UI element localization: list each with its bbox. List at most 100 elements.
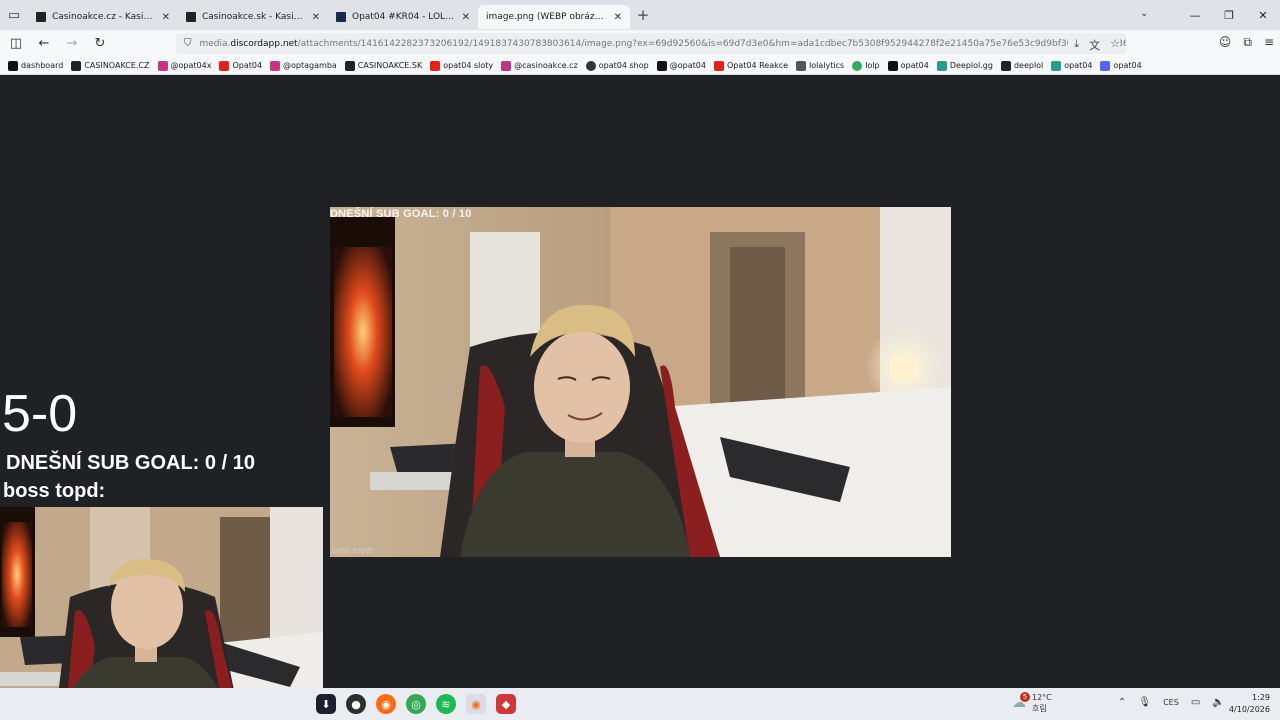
bookmark-opat04-shop[interactable]: opat04 shop [585, 60, 649, 71]
steam-icon[interactable]: ⬇ [316, 694, 336, 714]
instagram-icon [157, 60, 168, 71]
volume-icon[interactable]: 🔈 [1212, 697, 1224, 708]
close-tab-icon[interactable]: ✕ [614, 12, 622, 23]
bookmark-icon [344, 60, 355, 71]
bookmark-opat04-sloty[interactable]: opat04 sloty [430, 60, 493, 71]
tab-casinoakce-cz[interactable]: Casinoakce.cz - Kasino bonusy ✕ [28, 5, 178, 29]
sidebar-icon[interactable]: ◫ [4, 32, 28, 56]
youtube-icon [713, 60, 724, 71]
bookmark-lolp[interactable]: lolp [852, 60, 880, 71]
image-sub-goal-overlay: DNEŠNÍ SUB GOAL: 0 / 10 [330, 208, 472, 220]
youtube-icon [430, 60, 441, 71]
list-all-tabs-icon[interactable]: ⌄ [1140, 8, 1148, 19]
bookmark-tiktok-opat04[interactable]: @opat04 [656, 60, 706, 71]
system-tray: ⌃ 🎙 CES ▭ 🔈 [1118, 697, 1225, 708]
tab-bar: ▭ Casinoakce.cz - Kasino bonusy ✕ Casino… [0, 0, 1280, 30]
bookmark-casinoakce-cz[interactable]: CASINOAKCE.CZ [71, 60, 150, 71]
bookmark-instagram-opat04x[interactable]: @opat04x [157, 60, 211, 71]
urlbar-actions: ⤓ 文 ☆ [1068, 37, 1120, 53]
sub-goal-overlay: DNEŠNÍ SUB GOAL: 0 / 10 [6, 452, 255, 474]
obs-icon[interactable]: ● [346, 694, 366, 714]
chrome-icon[interactable]: ◎ [406, 694, 426, 714]
discord-icon [1100, 60, 1111, 71]
tiktok-icon [656, 60, 667, 71]
reload-icon[interactable]: ↻ [88, 32, 112, 56]
close-window-icon[interactable]: ✕ [1246, 0, 1280, 30]
close-tab-icon[interactable]: ✕ [312, 12, 320, 23]
language-indicator[interactable]: CES [1163, 698, 1179, 707]
favicon-icon [336, 12, 346, 22]
bookmark-icon [852, 60, 863, 71]
bookmark-instagram-casinoakce[interactable]: @casinoakce.cz [501, 60, 578, 71]
attachment-image[interactable]: DNEŠNÍ SUB GOAL: 0 / 10 boss topd: [330, 207, 951, 557]
taskbar-apps: ⬇ ● ◉ ◎ ≋ ◉ ◆ [316, 694, 516, 714]
url-path: /attachments/1416142282373206192/1491837… [297, 38, 1126, 49]
taskbar: ⬇ ● ◉ ◎ ≋ ◉ ◆ ☁ 5 12°C 흐림 ⌃ 🎙 CES ▭ 🔈 1:… [0, 688, 1280, 720]
close-tab-icon[interactable]: ✕ [462, 12, 470, 23]
kick-icon [887, 60, 898, 71]
close-tab-icon[interactable]: ✕ [162, 12, 170, 23]
clock[interactable]: 1:29 4/10/2026 [1229, 692, 1270, 716]
bookmarks-toolbar: dashboard CASINOAKCE.CZ @opat04x Opat04 … [0, 57, 1280, 75]
tab-casinoakce-sk[interactable]: Casinoakce.sk - Kasino bonusy ✕ [178, 5, 328, 29]
bookmark-dashboard[interactable]: dashboard [8, 60, 63, 71]
menu-icon[interactable]: ≡ [1264, 35, 1274, 50]
extensions-icon[interactable]: ⧉ [1243, 35, 1252, 50]
navigation-bar: ◫ ← → ↻ ⛉ media. discordapp.net/attachmen… [0, 30, 1280, 57]
bookmark-instagram-optagamba[interactable]: @optagamba [270, 60, 337, 71]
url-prefix: media. [199, 38, 231, 49]
network-icon[interactable]: ▭ [1191, 697, 1200, 708]
bookmark-icon [936, 60, 947, 71]
restore-icon[interactable]: ❐ [1212, 0, 1246, 30]
back-icon[interactable]: ← [32, 32, 56, 56]
score-overlay: 5-0 [2, 385, 78, 443]
bookmark-youtube-opat04[interactable]: Opat04 [219, 60, 262, 71]
weather-desc: 흐림 [1032, 704, 1047, 713]
bookmark-opat04-kick[interactable]: opat04 [887, 60, 929, 71]
boss-overlay: boss topd: [3, 480, 106, 502]
tab-image-png[interactable]: image.png (WEBP obrázek, 931 × 5 ✕ [478, 5, 630, 29]
instagram-icon [270, 60, 281, 71]
clock-date: 4/10/2026 [1228, 705, 1270, 714]
weather-widget[interactable]: ☁ 5 12°C 흐림 [1012, 692, 1052, 714]
save-page-icon[interactable]: ⤓ [1074, 37, 1079, 53]
forward-icon[interactable]: → [60, 32, 84, 56]
youtube-icon [219, 60, 230, 71]
window-controls: — ❐ ✕ [1178, 0, 1280, 30]
url-host: discordapp.net [230, 38, 298, 49]
tab-lol-stats[interactable]: Opat04 #KR04 - LOL STATS SEA ✕ [328, 5, 478, 29]
bookmark-opat04-deeplol[interactable]: opat04 [1051, 60, 1092, 71]
bookmark-lolalytics[interactable]: lolalytics [796, 60, 844, 71]
toolbar-right: ☺ ⧉ ≡ [1219, 35, 1274, 50]
new-tab-button[interactable]: + [630, 6, 656, 24]
room-photo [330, 207, 951, 557]
minimize-icon[interactable]: — [1178, 0, 1212, 30]
bookmark-opat04-discord[interactable]: opat04 [1100, 60, 1142, 71]
favicon-icon [36, 12, 46, 22]
bookmark-casinoakce-sk[interactable]: CASINOAKCE.SK [344, 60, 422, 71]
riot-client-icon[interactable]: ◆ [496, 694, 516, 714]
clock-time: 1:29 [1252, 693, 1270, 702]
bookmark-deeplol-gg[interactable]: Deeplol.gg [936, 60, 993, 71]
spotify-icon[interactable]: ≋ [436, 694, 456, 714]
bookmark-icon [1051, 60, 1062, 71]
shop-icon [585, 60, 596, 71]
notification-badge: 5 [1020, 692, 1030, 702]
address-bar[interactable]: ⛉ media. discordapp.net/attachments/14161… [176, 33, 1126, 54]
bookmark-deeplol[interactable]: deeplol [1000, 60, 1043, 71]
account-icon[interactable]: ☺ [1219, 35, 1232, 50]
bookmark-opat04-reakce[interactable]: Opat04 Reakce [713, 60, 788, 71]
translate-icon[interactable]: 文 [1089, 37, 1100, 53]
firefox-icon[interactable]: ◉ [376, 694, 396, 714]
image-boss-overlay: boss topd: [332, 546, 374, 555]
bookmark-star-icon[interactable]: ☆ [1110, 37, 1120, 53]
bookmark-icon [796, 60, 807, 71]
bookmark-icon [71, 60, 82, 71]
instagram-icon [501, 60, 512, 71]
tab-overview-icon[interactable]: ▭ [0, 0, 28, 30]
firefox-active-icon[interactable]: ◉ [466, 694, 486, 714]
chevron-up-icon[interactable]: ⌃ [1118, 697, 1126, 708]
site-info-icon[interactable]: ⛉ [184, 38, 192, 49]
bookmark-icon [8, 60, 18, 71]
microphone-icon[interactable]: 🎙 [1138, 697, 1151, 708]
